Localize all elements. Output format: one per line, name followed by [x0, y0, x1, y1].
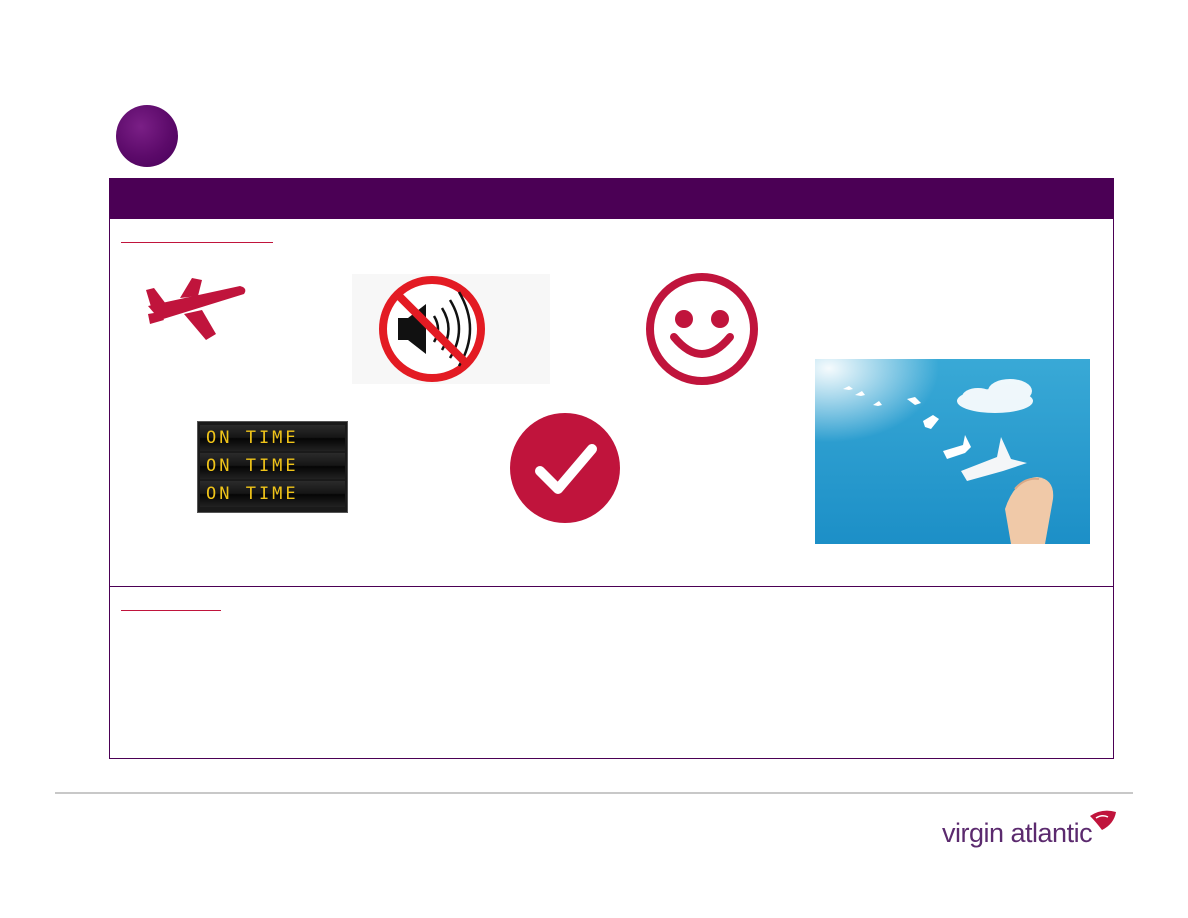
virgin-atlantic-logo: virgin atlantic: [940, 808, 1120, 858]
mute-speaker-icon: [352, 274, 550, 384]
top-section-heading-underline: [121, 242, 273, 243]
virgin-badge-icon: [1090, 810, 1116, 830]
logo-wordmark: virgin atlantic: [942, 818, 1093, 848]
departure-board-row: ON TIME: [200, 425, 345, 451]
airplane-icon: [146, 278, 246, 340]
bottom-section-heading-underline: [121, 610, 221, 611]
departure-board: ON TIME ON TIME ON TIME: [197, 421, 348, 513]
section-badge: [116, 105, 178, 167]
paper-crane-sky-image: [815, 359, 1090, 544]
panel-header-bar: [110, 179, 1113, 219]
footer-divider: [55, 792, 1133, 794]
departure-board-row: ON TIME: [200, 453, 345, 479]
panel-divider: [110, 586, 1113, 587]
departure-board-row: ON TIME: [200, 481, 345, 507]
checkmark-icon: [510, 413, 620, 523]
smiley-face-icon: [646, 273, 758, 385]
